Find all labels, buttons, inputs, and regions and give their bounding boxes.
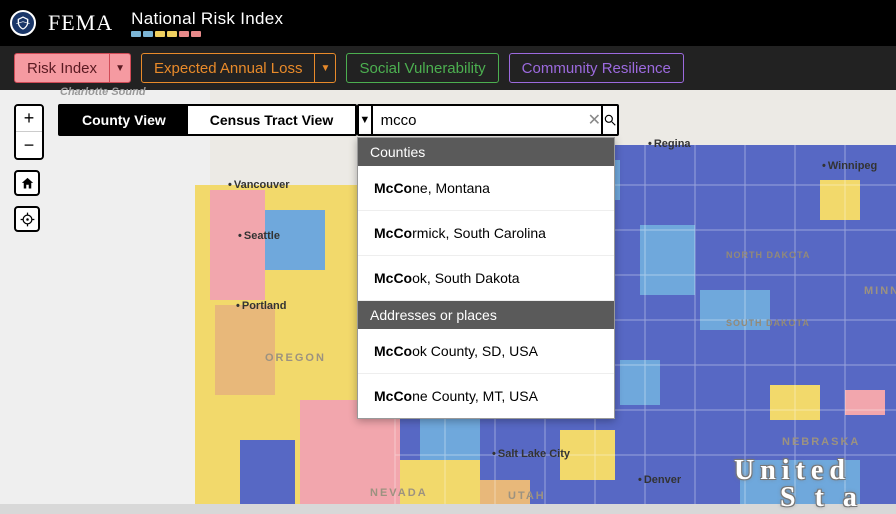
map-label: Salt Lake City bbox=[492, 448, 570, 460]
map-label: Seattle bbox=[238, 230, 280, 242]
view-toggle: County View Census Tract View bbox=[58, 104, 357, 136]
search-source-caret[interactable]: ▼ bbox=[359, 106, 373, 134]
clear-search-button[interactable]: ✕ bbox=[588, 106, 601, 134]
layer-navbar: Risk Index ▼ Expected Annual Loss ▼ Soci… bbox=[0, 46, 896, 90]
search-suggestions: Counties McCone, Montana McCormick, Sout… bbox=[357, 137, 615, 419]
zoom-in-button[interactable]: + bbox=[16, 106, 42, 132]
map-label: Charlotte Sound bbox=[60, 86, 146, 98]
community-resilience-button[interactable]: Community Resilience bbox=[509, 53, 684, 83]
app-title: National Risk Index bbox=[131, 9, 283, 29]
social-vulnerability-button[interactable]: Social Vulnerability bbox=[346, 53, 498, 83]
locate-icon bbox=[20, 212, 35, 227]
suggestion-item[interactable]: McCook County, SD, USA bbox=[358, 329, 614, 374]
map-label: NORTH DAKOTA bbox=[726, 251, 810, 261]
map-label: UTAH bbox=[508, 490, 546, 502]
map-label: Regina bbox=[648, 138, 691, 150]
map-label: NEVADA bbox=[370, 487, 428, 499]
map-label: Portland bbox=[236, 300, 286, 312]
suggestion-section-header: Addresses or places bbox=[358, 301, 614, 329]
caret-down-icon[interactable]: ▼ bbox=[110, 63, 130, 74]
map-label: NEBRASKA bbox=[782, 436, 860, 448]
map-label: Winnipeg bbox=[822, 160, 877, 172]
suggestion-item[interactable]: McCormick, South Carolina bbox=[358, 211, 614, 256]
expected-annual-loss-button[interactable]: Expected Annual Loss ▼ bbox=[141, 53, 336, 83]
map-label: OREGON bbox=[265, 352, 326, 364]
search-input[interactable] bbox=[373, 106, 588, 134]
suggestion-section-header: Counties bbox=[358, 138, 614, 166]
search-icon bbox=[603, 113, 617, 127]
home-extent-button[interactable] bbox=[14, 170, 40, 196]
fema-seal-icon bbox=[10, 10, 36, 36]
map-label: SOUTH DAKOTA bbox=[726, 319, 810, 329]
risk-index-button[interactable]: Risk Index ▼ bbox=[14, 53, 131, 83]
locate-button[interactable] bbox=[14, 206, 40, 232]
caret-down-icon[interactable]: ▼ bbox=[315, 63, 335, 74]
app-header: FEMA National Risk Index bbox=[0, 0, 896, 46]
suggestion-item[interactable]: McCook, South Dakota bbox=[358, 256, 614, 301]
legend-dots bbox=[131, 31, 283, 37]
home-icon bbox=[20, 176, 35, 191]
map-country-label: S t a bbox=[780, 482, 863, 514]
map-label: MINNE bbox=[864, 285, 896, 297]
search-button[interactable] bbox=[601, 106, 617, 134]
map-label: Denver bbox=[638, 474, 681, 486]
map-canvas[interactable]: Charlotte Sound Vancouver Seattle Portla… bbox=[0, 90, 896, 504]
census-tract-view-tab[interactable]: Census Tract View bbox=[188, 106, 355, 134]
zoom-control: + − bbox=[14, 104, 44, 160]
agency-name: FEMA bbox=[48, 10, 113, 36]
search-container: ▼ ✕ Counties McCone, Montana McCormick, … bbox=[357, 104, 619, 136]
zoom-out-button[interactable]: − bbox=[16, 132, 42, 158]
map-label: Vancouver bbox=[228, 179, 290, 191]
suggestion-item[interactable]: McCone County, MT, USA bbox=[358, 374, 614, 418]
suggestion-item[interactable]: McCone, Montana bbox=[358, 166, 614, 211]
county-view-tab[interactable]: County View bbox=[60, 106, 188, 134]
